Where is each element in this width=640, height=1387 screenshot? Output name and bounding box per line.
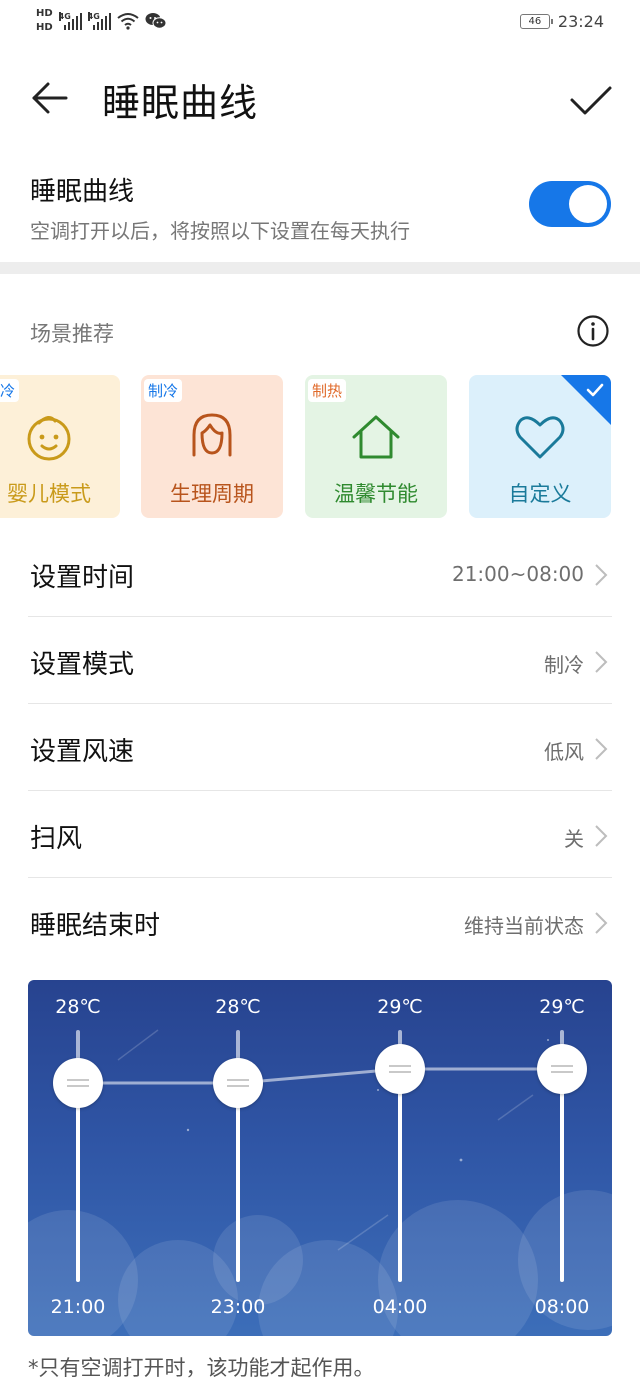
clock: 23:24 bbox=[557, 12, 604, 31]
setting-row-fan-speed[interactable]: 设置风速 低风 bbox=[28, 704, 612, 791]
time-label: 23:00 bbox=[210, 1296, 266, 1318]
network-type-2: 4G bbox=[87, 12, 100, 21]
scene-badge: 制冷 bbox=[144, 379, 183, 402]
battery-level: 46 bbox=[528, 16, 542, 27]
selected-check-icon bbox=[586, 383, 604, 397]
temperature-handle[interactable] bbox=[213, 1058, 263, 1108]
scene-name: 婴儿模式 bbox=[7, 482, 91, 506]
setting-value: 21:00~08:00 bbox=[451, 562, 584, 586]
info-icon[interactable] bbox=[576, 314, 610, 348]
slider-track bbox=[398, 1069, 402, 1282]
scene-cards: 制冷 婴儿模式 制冷 生理周期 制热 温馨节能 自定义 bbox=[0, 375, 640, 518]
setting-value: 制冷 bbox=[544, 653, 584, 677]
temperature-label: 29℃ bbox=[539, 996, 585, 1018]
chevron-right-icon bbox=[595, 564, 608, 586]
temperature-handle[interactable] bbox=[53, 1058, 103, 1108]
section-divider bbox=[0, 262, 640, 274]
setting-row-mode[interactable]: 设置模式 制冷 bbox=[28, 617, 612, 704]
setting-label: 睡眠结束时 bbox=[30, 911, 161, 941]
hd-indicators: HD HD bbox=[36, 8, 53, 34]
scene-badge: 制冷 bbox=[0, 379, 20, 402]
chevron-right-icon bbox=[595, 651, 608, 673]
sleep-curve-subtitle: 空调打开以后，将按照以下设置在每天执行 bbox=[30, 219, 410, 243]
scene-card-period[interactable]: 制冷 生理周期 bbox=[141, 375, 283, 518]
setting-value: 维持当前状态 bbox=[464, 914, 584, 938]
wifi-icon bbox=[117, 13, 139, 30]
signal-icon-2: 4G bbox=[87, 12, 111, 30]
scene-name: 自定义 bbox=[508, 482, 572, 506]
app-bar: 睡眠曲线 bbox=[0, 60, 640, 140]
page-title: 睡眠曲线 bbox=[102, 81, 259, 125]
slider-track bbox=[236, 1083, 240, 1282]
scene-card-energy[interactable]: 制热 温馨节能 bbox=[305, 375, 447, 518]
setting-label: 设置模式 bbox=[30, 650, 135, 680]
setting-value: 关 bbox=[564, 827, 584, 851]
battery-icon: 46 bbox=[519, 14, 553, 29]
back-arrow-icon[interactable] bbox=[28, 76, 72, 120]
network-type-1: 4G bbox=[58, 12, 71, 21]
setting-value: 低风 bbox=[544, 740, 584, 764]
sleep-curve-panel: 28℃ 21:00 28℃ 23:00 29℃ 04:00 29℃ 08:00 bbox=[28, 980, 612, 1336]
setting-label: 扫风 bbox=[30, 824, 83, 854]
status-icons-left: HD HD 4G 4G bbox=[36, 8, 167, 34]
status-icons-right: 46 23:24 bbox=[519, 12, 604, 31]
wechat-icon bbox=[145, 13, 167, 29]
settings-list: 设置时间 21:00~08:00 设置模式 制冷 设置风速 低风 扫风 关 睡眠… bbox=[0, 530, 640, 965]
sleep-curve-row: 睡眠曲线 空调打开以后，将按照以下设置在每天执行 bbox=[0, 165, 640, 255]
status-bar: HD HD 4G 4G 46 23:24 bbox=[0, 0, 640, 48]
chevron-right-icon bbox=[595, 912, 608, 934]
sleep-curve-toggle[interactable] bbox=[529, 181, 611, 227]
night-sky-background bbox=[28, 1029, 612, 1336]
time-label: 21:00 bbox=[50, 1296, 106, 1318]
scene-badge: 制热 bbox=[308, 379, 347, 402]
slider-track bbox=[560, 1069, 564, 1282]
temperature-label: 29℃ bbox=[377, 996, 423, 1018]
checkmark-icon[interactable] bbox=[568, 78, 614, 124]
footnote: *只有空调打开时，该功能才起作用。 bbox=[28, 1356, 375, 1380]
setting-label: 设置时间 bbox=[30, 563, 135, 593]
scene-name: 温馨节能 bbox=[334, 482, 418, 506]
time-label: 08:00 bbox=[534, 1296, 590, 1318]
house-icon bbox=[352, 415, 400, 459]
sleep-curve-title: 睡眠曲线 bbox=[30, 177, 135, 207]
time-label: 04:00 bbox=[372, 1296, 428, 1318]
signal-icon-1: 4G bbox=[58, 12, 82, 30]
temperature-handle[interactable] bbox=[375, 1044, 425, 1094]
chevron-right-icon bbox=[595, 738, 608, 760]
setting-row-end-action[interactable]: 睡眠结束时 维持当前状态 bbox=[28, 878, 612, 965]
slider-track bbox=[76, 1083, 80, 1282]
scene-card-baby[interactable]: 制冷 婴儿模式 bbox=[0, 375, 120, 518]
toggle-knob bbox=[569, 185, 607, 223]
chevron-right-icon bbox=[595, 825, 608, 847]
setting-row-swing[interactable]: 扫风 关 bbox=[28, 791, 612, 878]
scene-header: 场景推荐 bbox=[30, 322, 114, 346]
temperature-label: 28℃ bbox=[55, 996, 101, 1018]
heart-icon bbox=[515, 416, 565, 459]
hd-label-2: HD bbox=[36, 22, 53, 33]
temperature-label: 28℃ bbox=[215, 996, 261, 1018]
woman-face-icon bbox=[192, 413, 232, 457]
scene-name: 生理周期 bbox=[170, 482, 254, 506]
scene-card-custom[interactable]: 自定义 bbox=[469, 375, 611, 518]
temperature-curve-line bbox=[78, 1067, 562, 1085]
temperature-handle[interactable] bbox=[537, 1044, 587, 1094]
setting-label: 设置风速 bbox=[30, 737, 135, 767]
hd-label-1: HD bbox=[36, 8, 53, 19]
baby-face-icon bbox=[27, 416, 71, 461]
setting-row-time[interactable]: 设置时间 21:00~08:00 bbox=[28, 530, 612, 617]
